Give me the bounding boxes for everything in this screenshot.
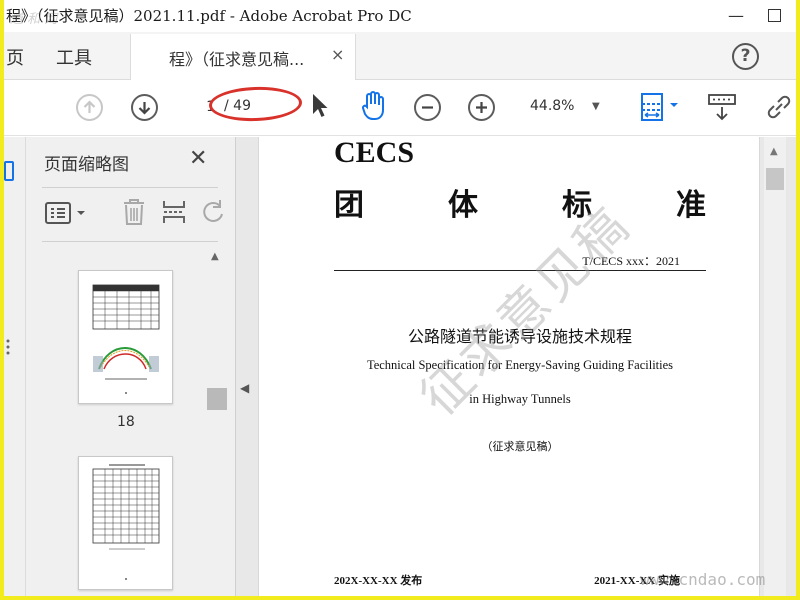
next-page-button[interactable]	[131, 94, 158, 121]
chevron-down-icon[interactable]: ▼	[592, 101, 600, 112]
scrollbar-thumb[interactable]	[207, 388, 227, 410]
tab-home[interactable]: 页	[6, 44, 24, 70]
hand-tool-icon[interactable]	[360, 89, 388, 121]
maximize-button[interactable]	[768, 9, 781, 22]
thumbnail-options-icon[interactable]	[44, 200, 90, 226]
doc-title-en-line2: in Highway Tunnels	[469, 392, 571, 406]
link-icon[interactable]	[764, 92, 794, 122]
thumbnail-page-19[interactable]	[78, 456, 173, 590]
side-rail	[4, 137, 26, 596]
window-title: 程》（征求意见稿）2021.11.pdf - Adobe Acrobat Pro…	[6, 5, 412, 26]
insert-page-icon[interactable]	[160, 197, 190, 227]
scroll-up-icon[interactable]: ▲	[770, 146, 778, 157]
tab-document-label: 程》（征求意见稿...	[169, 50, 305, 69]
page-thumbnails-icon[interactable]	[4, 160, 14, 182]
divider	[42, 241, 218, 242]
thumbnail-image	[92, 464, 160, 580]
zoom-out-button[interactable]	[414, 94, 441, 121]
doc-issue-date: 202X-XX-XX 发布	[334, 575, 423, 587]
keyboard-scroll-icon[interactable]	[707, 93, 737, 123]
arrow-up-icon	[83, 100, 96, 113]
thumbnail-image	[92, 284, 160, 394]
thumbnail-page-label: 18	[117, 414, 135, 430]
more-options-icon[interactable]	[5, 338, 11, 356]
tab-bar	[4, 32, 796, 80]
close-icon[interactable]: ×	[331, 45, 344, 64]
tab-tools[interactable]: 工具	[56, 44, 92, 70]
minimize-button[interactable]: —	[726, 6, 746, 26]
trash-icon[interactable]	[119, 196, 149, 228]
app-window: 程》（征求意见稿）2021.11.pdf - Adobe Acrobat Pro…	[4, 0, 796, 596]
thumbnail-scrollbar[interactable]	[207, 248, 227, 596]
doc-standard-char: 体	[448, 188, 478, 223]
doc-standard-char: 团	[334, 188, 364, 223]
site-watermark: www.cndao.com	[640, 570, 766, 589]
doc-standard-type: 团 体 标 准	[334, 180, 706, 224]
rotate-icon[interactable]	[202, 198, 226, 226]
scrollbar-thumb[interactable]	[766, 168, 784, 190]
window-title-text: 程》（征求意见稿）2021.11.pdf - Adobe Acrobat Pro…	[6, 7, 412, 25]
minus-icon	[422, 106, 433, 109]
panel-title: 页面缩略图	[44, 155, 129, 175]
logo-watermark: 道 和 网	[10, 12, 58, 27]
collapse-panel-icon[interactable]: ◀	[240, 381, 249, 395]
divider	[42, 187, 218, 188]
fit-page-icon[interactable]	[640, 91, 686, 123]
thumbnail-page-18[interactable]	[78, 270, 173, 404]
previous-page-button[interactable]	[76, 94, 103, 121]
zoom-level[interactable]: 44.8%	[530, 98, 574, 114]
close-panel-icon[interactable]: ✕	[189, 146, 207, 171]
plus-icon	[476, 102, 487, 113]
document-scrollbar[interactable]	[764, 137, 786, 596]
doc-org: CECS	[334, 136, 415, 169]
doc-standard-char: 准	[676, 188, 706, 223]
scroll-up-icon[interactable]: ▲	[211, 251, 219, 262]
arrow-down-icon	[138, 102, 151, 115]
help-icon[interactable]: ?	[732, 43, 759, 70]
doc-draft-note: （征求意见稿）	[481, 440, 559, 453]
select-tool-icon[interactable]	[310, 92, 330, 120]
tab-document[interactable]: 程》（征求意见稿... ×	[130, 34, 356, 81]
zoom-in-button[interactable]	[468, 94, 495, 121]
